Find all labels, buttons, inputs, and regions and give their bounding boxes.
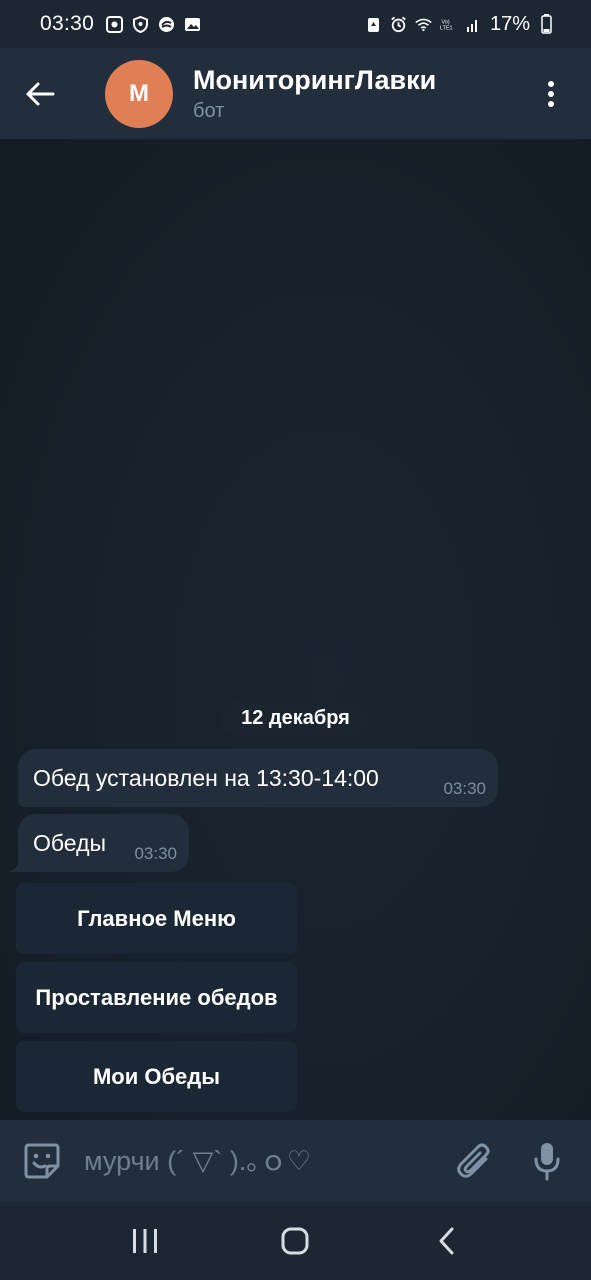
date-separator: 12 декабря <box>221 699 370 738</box>
shield-icon <box>132 15 149 33</box>
paperclip-icon <box>457 1143 490 1178</box>
back-button[interactable] <box>0 48 80 139</box>
alarm-icon <box>390 16 407 33</box>
gallery-icon <box>184 16 201 33</box>
battery-icon <box>538 14 555 34</box>
status-bar: 03:30 Vo) LTE1 17% <box>0 0 591 48</box>
back-arrow-icon <box>26 82 55 105</box>
battery-percentage: 17% <box>489 12 530 35</box>
chat-subtitle: бот <box>193 100 225 122</box>
message-bubble[interactable]: Обед установлен на 13:30-14:00 03:30 <box>18 749 498 807</box>
message-bubble[interactable]: Обеды 03:30 <box>18 814 189 872</box>
microphone-icon <box>534 1143 560 1181</box>
more-vertical-icon <box>548 80 554 107</box>
message-text: Обед установлен на 13:30-14:00 <box>33 765 379 791</box>
recent-apps-button[interactable] <box>105 1202 185 1280</box>
message-time: 03:30 <box>443 779 486 798</box>
avatar-letter: М <box>129 79 149 107</box>
message-input-bar <box>0 1120 591 1202</box>
keyboard-button-set-lunches[interactable]: Проставление обедов <box>16 962 297 1033</box>
wifi-icon <box>415 16 432 33</box>
status-time: 03:30 <box>40 12 95 35</box>
status-right-icons: Vo) LTE1 17% <box>365 13 555 36</box>
svg-text:LTE1: LTE1 <box>440 25 452 31</box>
notification-icon <box>106 15 124 33</box>
volte-icon: Vo) LTE1 <box>440 16 457 33</box>
sticker-button[interactable] <box>0 1120 84 1202</box>
keyboard-button-main-menu[interactable]: Главное Меню <box>16 883 297 954</box>
chevron-left-icon <box>439 1227 454 1255</box>
sync-icon <box>158 16 175 33</box>
system-navigation-bar <box>0 1202 591 1280</box>
attach-button[interactable] <box>439 1120 509 1202</box>
keyboard-button-my-lunches[interactable]: Мои Обеды <box>16 1041 297 1112</box>
home-icon <box>281 1227 309 1255</box>
telegram-chat-screen: 03:30 Vo) LTE1 17% М МониторингЛавки бот… <box>0 0 591 1280</box>
recent-apps-icon <box>133 1229 158 1253</box>
avatar[interactable]: М <box>105 59 173 128</box>
status-left-icons <box>106 15 201 33</box>
signal-icon <box>465 16 482 33</box>
chat-messages-area[interactable]: 12 декабря Обед установлен на 13:30-14:0… <box>0 139 591 1120</box>
message-time: 03:30 <box>134 844 177 863</box>
chat-title: МониторингЛавки <box>193 65 437 95</box>
home-button[interactable] <box>255 1202 335 1280</box>
chat-title-block[interactable]: МониторингЛавки бот <box>193 63 436 124</box>
message-text: Обеды <box>33 830 107 856</box>
back-nav-button[interactable] <box>406 1202 486 1280</box>
sticker-icon <box>24 1143 60 1179</box>
microphone-button[interactable] <box>509 1120 585 1202</box>
chat-header: М МониторингЛавки бот <box>0 48 591 139</box>
recycle-icon <box>365 16 382 33</box>
more-options-button[interactable] <box>511 48 591 139</box>
message-input[interactable] <box>84 1136 434 1186</box>
svg-text:Vo): Vo) <box>442 19 450 25</box>
